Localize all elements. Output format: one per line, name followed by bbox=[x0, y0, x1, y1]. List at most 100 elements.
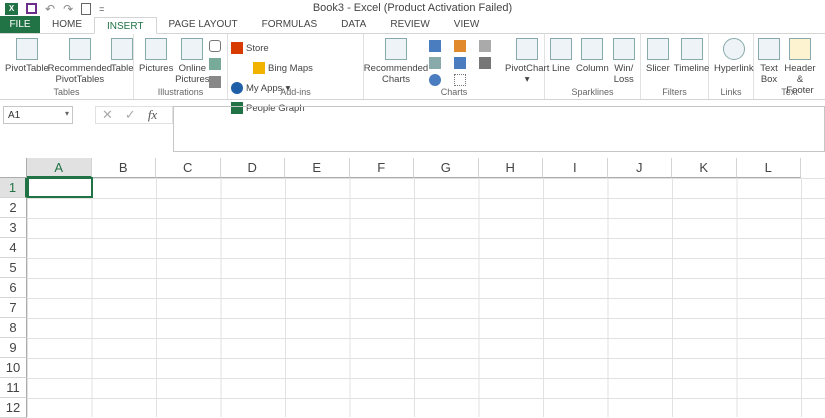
column-header-G[interactable]: G bbox=[414, 158, 479, 178]
column-header-E[interactable]: E bbox=[285, 158, 350, 178]
group-sparklines: Line Column Win/ Loss Sparklines bbox=[545, 34, 641, 99]
table-button[interactable]: Table bbox=[109, 38, 136, 74]
timeline-button[interactable]: Timeline bbox=[672, 38, 712, 74]
column-header-J[interactable]: J bbox=[607, 158, 672, 178]
column-header-I[interactable]: I bbox=[543, 158, 608, 178]
group-label: Filters bbox=[662, 87, 687, 97]
group-label: Illustrations bbox=[157, 87, 204, 97]
active-cell-a1[interactable] bbox=[27, 177, 93, 198]
radar-chart-icon[interactable] bbox=[479, 40, 491, 52]
cancel-icon[interactable]: ✕ bbox=[102, 107, 113, 123]
row-header-4[interactable]: 4 bbox=[0, 238, 27, 258]
formula-input[interactable] bbox=[173, 106, 825, 152]
pictures-icon bbox=[145, 38, 168, 60]
pictures-button[interactable]: Pictures bbox=[137, 38, 175, 74]
group-label: Tables bbox=[53, 87, 80, 97]
column-header-L[interactable]: L bbox=[736, 158, 801, 178]
bing-maps-icon bbox=[253, 62, 265, 74]
row-header-1[interactable]: 1 bbox=[0, 178, 27, 198]
row-header-2[interactable]: 2 bbox=[0, 198, 27, 218]
insert-function-icon[interactable]: fx bbox=[148, 107, 157, 123]
timeline-icon bbox=[680, 38, 703, 60]
formula-buttons: ✕ ✓ fx bbox=[95, 106, 173, 124]
tab-insert[interactable]: INSERT bbox=[94, 17, 157, 34]
group-illustrations: Pictures Online Pictures Illustrations bbox=[134, 34, 228, 99]
group-charts: Recommended Charts PivotChart ▾ Charts bbox=[364, 34, 549, 99]
sparkline-line-icon bbox=[550, 38, 572, 60]
tab-data[interactable]: DATA bbox=[329, 16, 378, 33]
bing-maps-button[interactable]: Bing Maps bbox=[253, 58, 313, 78]
row-header-5[interactable]: 5 bbox=[0, 258, 27, 278]
row-header-7[interactable]: 7 bbox=[0, 298, 27, 318]
column-header-D[interactable]: D bbox=[220, 158, 285, 178]
group-text: Text Box Header & Footer Text bbox=[754, 34, 825, 99]
recommended-charts-button[interactable]: Recommended Charts bbox=[364, 38, 428, 85]
scatter-chart-icon[interactable] bbox=[454, 74, 466, 86]
row-header-8[interactable]: 8 bbox=[0, 318, 27, 338]
area-chart-icon[interactable] bbox=[454, 57, 466, 69]
hyperlink-button[interactable]: Hyperlink bbox=[712, 38, 756, 74]
stock-chart-icon[interactable] bbox=[479, 57, 491, 69]
column-header-B[interactable]: B bbox=[91, 158, 156, 178]
online-pictures-button[interactable]: Online Pictures bbox=[175, 38, 210, 85]
tab-home[interactable]: HOME bbox=[40, 16, 94, 33]
pie-chart-icon[interactable] bbox=[429, 74, 441, 86]
group-links: Hyperlink Links bbox=[709, 34, 754, 99]
spreadsheet-grid: ABCDEFGHIJKL 1 2 3 4 5 6 7 8 9 10 11 12 bbox=[0, 158, 825, 418]
slicer-button[interactable]: Slicer bbox=[644, 38, 672, 74]
group-tables: PivotTable Recommended PivotTables Table… bbox=[0, 34, 134, 99]
sparkline-line-button[interactable]: Line bbox=[548, 38, 574, 74]
store-icon bbox=[231, 42, 243, 54]
bar-chart-icon[interactable] bbox=[454, 40, 466, 52]
recommended-pivottables-icon bbox=[68, 38, 91, 60]
ribbon-tabs: FILE HOME INSERT PAGE LAYOUT FORMULAS DA… bbox=[0, 16, 825, 34]
sparkline-column-button[interactable]: Column bbox=[574, 38, 611, 74]
tab-formulas[interactable]: FORMULAS bbox=[250, 16, 330, 33]
row-header-6[interactable]: 6 bbox=[0, 278, 27, 298]
shapes-icon[interactable] bbox=[209, 40, 222, 52]
sparkline-winloss-button[interactable]: Win/ Loss bbox=[611, 38, 637, 85]
pivottable-icon bbox=[15, 38, 38, 60]
group-label: Charts bbox=[440, 87, 468, 97]
line-chart-icon[interactable] bbox=[429, 57, 441, 69]
store-button[interactable]: Store bbox=[231, 38, 269, 58]
online-pictures-icon bbox=[181, 38, 204, 60]
hyperlink-icon bbox=[722, 38, 745, 60]
select-all-corner[interactable] bbox=[0, 158, 27, 178]
pivottable-button[interactable]: PivotTable bbox=[3, 38, 51, 74]
column-header-F[interactable]: F bbox=[349, 158, 414, 178]
recommended-pivottables-button[interactable]: Recommended PivotTables bbox=[48, 38, 112, 85]
ribbon: PivotTable Recommended PivotTables Table… bbox=[0, 34, 825, 114]
column-chart-icon[interactable] bbox=[429, 40, 441, 52]
enter-icon[interactable]: ✓ bbox=[125, 107, 136, 123]
column-header-C[interactable]: C bbox=[156, 158, 221, 178]
name-box[interactable]: A1 bbox=[3, 106, 73, 124]
group-label: Sparklines bbox=[571, 87, 614, 97]
sparkline-column-icon bbox=[581, 38, 604, 60]
column-header-H[interactable]: H bbox=[478, 158, 543, 178]
header-footer-icon bbox=[789, 38, 811, 60]
row-header-9[interactable]: 9 bbox=[0, 338, 27, 358]
tab-review[interactable]: REVIEW bbox=[378, 16, 441, 33]
pivotchart-icon bbox=[516, 38, 539, 60]
tab-view[interactable]: VIEW bbox=[442, 16, 492, 33]
window-title: Book3 - Excel (Product Activation Failed… bbox=[312, 2, 513, 14]
smartart-icon[interactable] bbox=[209, 58, 222, 70]
group-filters: Slicer Timeline Filters bbox=[641, 34, 709, 99]
column-header-K[interactable]: K bbox=[672, 158, 737, 178]
title-bar: X ↶ ↷ = Book3 - Excel (Product Activatio… bbox=[0, 0, 825, 17]
row-header-3[interactable]: 3 bbox=[0, 218, 27, 238]
tab-page-layout[interactable]: PAGE LAYOUT bbox=[157, 16, 250, 33]
text-box-button[interactable]: Text Box bbox=[757, 38, 781, 85]
group-label: Add-ins bbox=[280, 87, 311, 97]
sparkline-winloss-icon bbox=[612, 38, 635, 60]
column-header-A[interactable]: A bbox=[27, 158, 92, 178]
cells-area[interactable] bbox=[27, 178, 825, 417]
formula-bar: A1 ✕ ✓ fx bbox=[0, 105, 825, 152]
group-addins: Store Bing Maps My Apps ▾ People Graph A… bbox=[228, 34, 364, 114]
row-header-10[interactable]: 10 bbox=[0, 358, 27, 378]
row-header-11[interactable]: 11 bbox=[0, 378, 27, 398]
tab-file[interactable]: FILE bbox=[0, 16, 40, 33]
group-label: Text bbox=[781, 87, 798, 97]
row-header-12[interactable]: 12 bbox=[0, 398, 27, 418]
